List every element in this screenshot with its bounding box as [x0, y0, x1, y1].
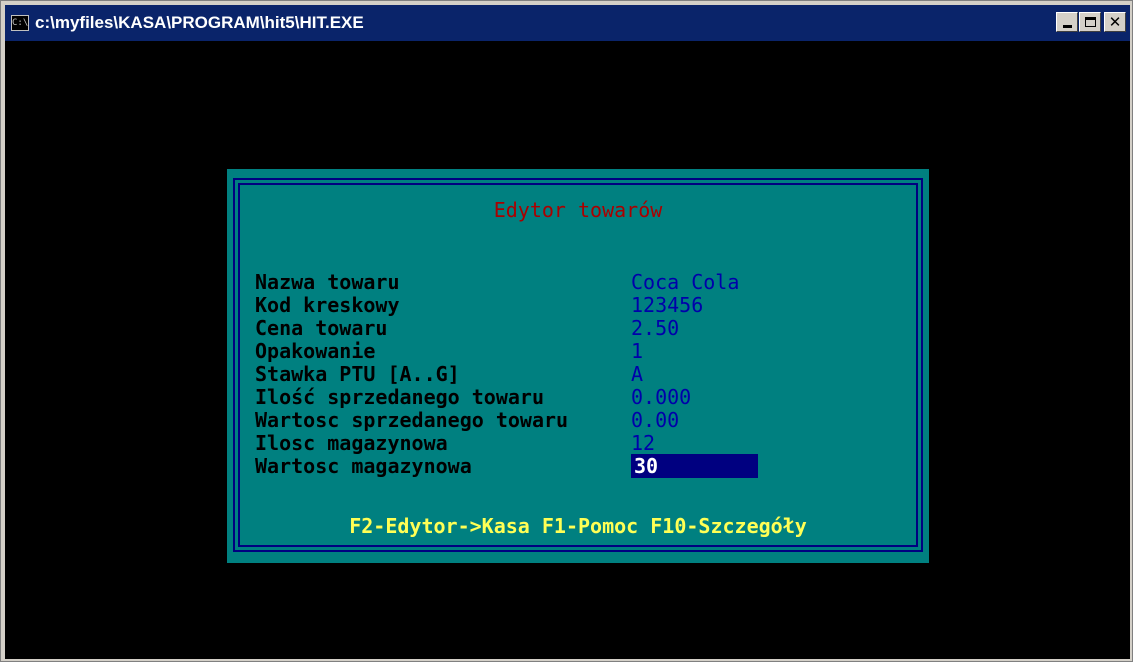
console-window: C:\ c:\myfiles\KASA\PROGRAM\hit5\HIT.EXE… — [0, 0, 1133, 662]
field-label-packaging: Opakowanie — [255, 339, 376, 363]
field-value-sold-value[interactable]: 0.00 — [631, 408, 679, 432]
maximize-button[interactable] — [1079, 12, 1101, 32]
maximize-icon — [1084, 17, 1096, 27]
field-label-barcode: Kod kreskowy — [255, 293, 400, 317]
field-label-sold-value: Wartosc sprzedanego towaru — [255, 408, 569, 432]
product-editor-dialog: Edytor towarów Nazwa towaru Coca Cola Ko… — [227, 169, 929, 563]
function-key-help: F2-Edytor->Kasa F1-Pomoc F10-Szczegóły — [349, 514, 807, 538]
minimize-icon — [1062, 24, 1072, 28]
field-value-stock-quantity[interactable]: 12 — [631, 431, 655, 455]
field-value-sold-quantity[interactable]: 0.000 — [631, 385, 691, 409]
field-label-price: Cena towaru — [255, 316, 388, 340]
field-label-sold-quantity: Ilość sprzedanego towaru — [255, 385, 544, 409]
stock-value-input[interactable]: 30 — [631, 454, 758, 478]
field-value-barcode[interactable]: 123456 — [631, 293, 703, 317]
minimize-button[interactable] — [1056, 12, 1078, 32]
window-title: c:\myfiles\KASA\PROGRAM\hit5\HIT.EXE — [35, 13, 364, 32]
field-value-price[interactable]: 2.50 — [631, 316, 679, 340]
field-label-product-name: Nazwa towaru — [255, 270, 400, 294]
field-label-stock-value: Wartosc magazynowa — [255, 454, 472, 478]
close-button[interactable]: ✕ — [1104, 12, 1126, 32]
field-label-stock-quantity: Ilosc magazynowa — [255, 431, 448, 455]
field-value-product-name[interactable]: Coca Cola — [631, 270, 739, 294]
field-label-vat-rate: Stawka PTU [A..G] — [255, 362, 460, 386]
field-value-packaging[interactable]: 1 — [631, 339, 643, 363]
title-bar[interactable]: C:\ c:\myfiles\KASA\PROGRAM\hit5\HIT.EXE… — [5, 5, 1130, 41]
console-app-icon[interactable]: C:\ — [11, 15, 29, 31]
close-icon: ✕ — [1108, 12, 1122, 31]
dialog-title: Edytor towarów — [493, 198, 663, 222]
field-value-vat-rate[interactable]: A — [631, 362, 643, 386]
console-area: Edytor towarów Nazwa towaru Coca Cola Ko… — [5, 41, 1130, 659]
